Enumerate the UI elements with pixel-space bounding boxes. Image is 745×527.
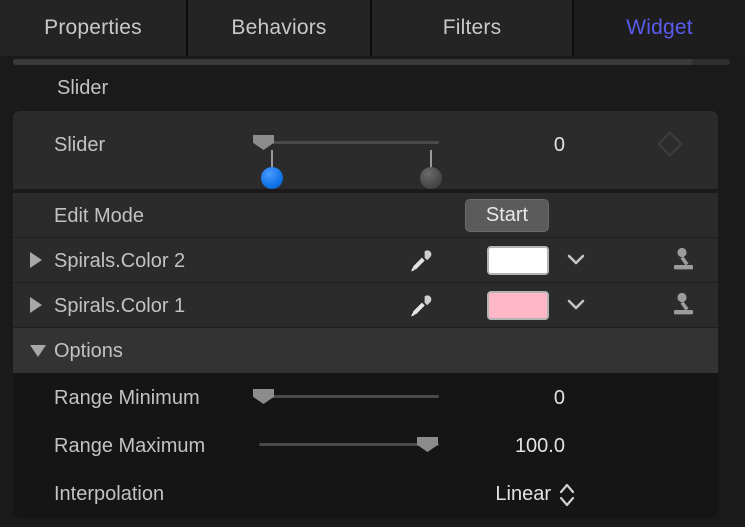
stamp-icon[interactable] bbox=[668, 291, 698, 326]
tab-widget[interactable]: Widget bbox=[574, 0, 745, 56]
group-header-options[interactable]: Options bbox=[13, 328, 718, 373]
eyedropper-icon[interactable] bbox=[405, 247, 435, 282]
color-row-panel-2: Spirals.Color 2 bbox=[13, 238, 718, 283]
slider-thumb[interactable] bbox=[253, 135, 274, 150]
range-minimum-slider-thumb[interactable] bbox=[253, 389, 274, 404]
edit-mode-label: Edit Mode bbox=[54, 205, 145, 227]
options-panel: Range Minimum 0 Range Maximum 100.0 Inte… bbox=[13, 373, 718, 518]
widget-inspector-panel: Properties Behaviors Filters Widget Slid… bbox=[0, 0, 745, 527]
disclosure-triangle-icon[interactable] bbox=[30, 297, 42, 313]
slider-row-label: Slider bbox=[54, 134, 106, 156]
slider-track[interactable] bbox=[259, 141, 439, 144]
interpolation-row: Interpolation Linear bbox=[13, 469, 718, 518]
tab-filters[interactable]: Filters bbox=[372, 0, 574, 56]
range-minimum-row: Range Minimum 0 bbox=[13, 373, 718, 421]
tab-behaviors[interactable]: Behaviors bbox=[188, 0, 372, 56]
range-maximum-row: Range Maximum 100.0 bbox=[13, 421, 718, 469]
inspector-tab-bar: Properties Behaviors Filters Widget bbox=[0, 0, 745, 56]
disclosure-triangle-icon[interactable] bbox=[30, 252, 42, 268]
table-row: Spirals.Color 1 bbox=[13, 283, 718, 328]
stepper-up-down-icon[interactable] bbox=[557, 482, 577, 513]
edit-mode-start-button[interactable]: Start bbox=[465, 199, 549, 232]
color-row-label: Spirals.Color 1 bbox=[54, 295, 186, 317]
range-minimum-slider-track[interactable] bbox=[259, 395, 439, 398]
slider-row: Slider 0 bbox=[13, 111, 718, 189]
tab-properties[interactable]: Properties bbox=[0, 0, 188, 56]
interpolation-label: Interpolation bbox=[54, 483, 165, 505]
edit-mode-panel: Edit Mode Start bbox=[13, 193, 718, 238]
inspector-content: Slider Slider 0 Edit Mode Start Spirals.… bbox=[0, 66, 745, 527]
color-swatch[interactable] bbox=[487, 246, 549, 275]
tab-properties-label: Properties bbox=[44, 16, 142, 39]
stamp-icon[interactable] bbox=[668, 246, 698, 281]
chevron-down-icon[interactable] bbox=[565, 296, 587, 319]
slider-value[interactable]: 0 bbox=[473, 134, 565, 157]
range-maximum-label: Range Maximum bbox=[54, 435, 206, 457]
diamond-keyframe-icon[interactable] bbox=[657, 131, 683, 157]
horizontal-scrollbar-thumb[interactable] bbox=[13, 59, 693, 65]
interpolation-value[interactable]: Linear bbox=[423, 483, 551, 506]
edit-mode-row: Edit Mode Start bbox=[13, 193, 718, 238]
range-maximum-slider-track[interactable] bbox=[259, 443, 439, 446]
disclosure-triangle-icon[interactable] bbox=[30, 345, 46, 357]
grey-range-marker[interactable] bbox=[420, 167, 442, 189]
color-row-panel-1: Spirals.Color 1 bbox=[13, 283, 718, 328]
group-header-slider-label: Slider bbox=[57, 77, 109, 99]
range-minimum-label: Range Minimum bbox=[54, 387, 200, 409]
chevron-down-icon[interactable] bbox=[565, 251, 587, 274]
group-header-options-label: Options bbox=[54, 340, 123, 362]
blue-range-marker[interactable] bbox=[261, 167, 283, 189]
horizontal-scrollbar-track[interactable] bbox=[13, 59, 730, 65]
color-swatch[interactable] bbox=[487, 291, 549, 320]
range-minimum-value[interactable]: 0 bbox=[473, 387, 565, 410]
edit-mode-start-button-label: Start bbox=[485, 204, 529, 226]
range-maximum-slider-thumb[interactable] bbox=[417, 437, 438, 452]
color-row-label: Spirals.Color 2 bbox=[54, 250, 186, 272]
range-maximum-value[interactable]: 100.0 bbox=[463, 435, 565, 458]
table-row: Spirals.Color 2 bbox=[13, 238, 718, 283]
tab-widget-label: Widget bbox=[626, 16, 693, 39]
eyedropper-icon[interactable] bbox=[405, 292, 435, 327]
tab-filters-label: Filters bbox=[442, 16, 502, 39]
slider-parameter-panel: Slider 0 bbox=[13, 111, 718, 189]
group-header-slider: Slider bbox=[13, 66, 718, 111]
tab-behaviors-label: Behaviors bbox=[231, 16, 327, 39]
